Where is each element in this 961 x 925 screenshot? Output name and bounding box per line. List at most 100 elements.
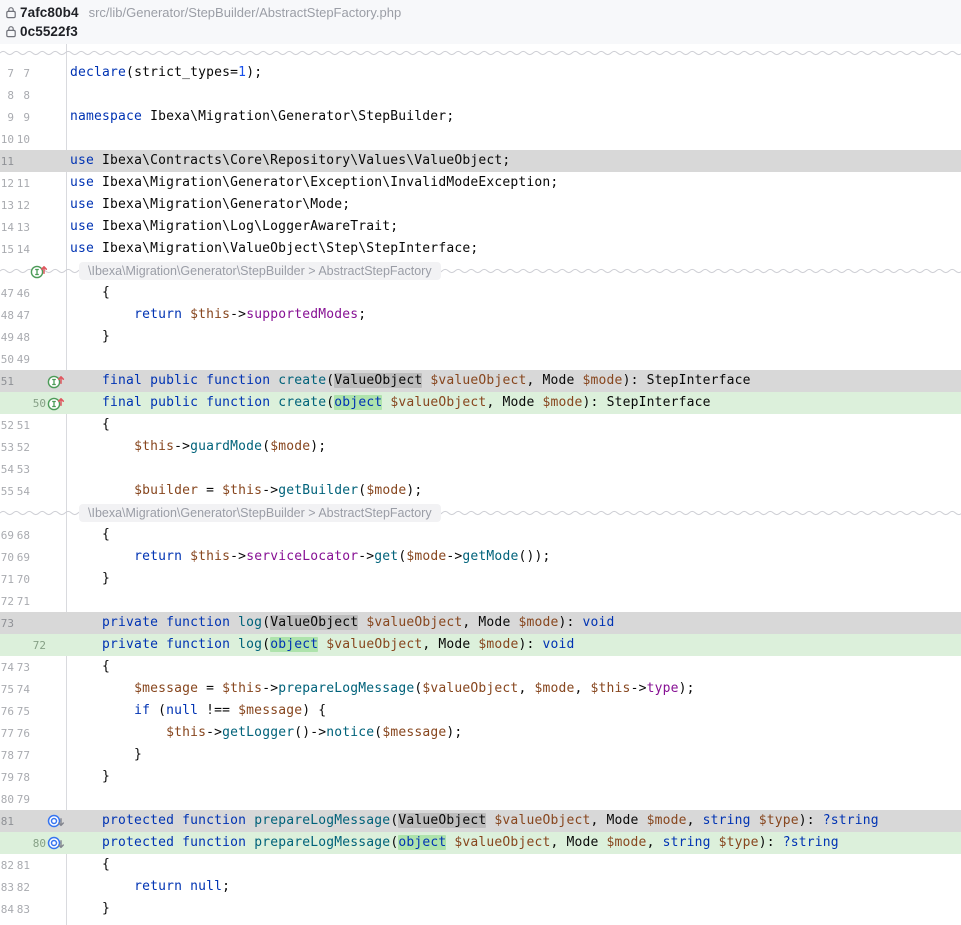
lock-icon (5, 25, 17, 38)
code-line: $this->getLogger()->notice($message); (66, 722, 462, 744)
diff-row: 1514use Ibexa\Migration\ValueObject\Step… (0, 238, 961, 260)
gutter-spacer (46, 351, 66, 367)
line-number-new: 51 (14, 419, 30, 432)
code-line: return $this->supportedModes; (66, 304, 366, 326)
gutter-spacer (46, 219, 66, 235)
implements-method-icon[interactable] (46, 373, 66, 389)
gutter-spacer (46, 637, 66, 653)
line-number-old: 10 (0, 133, 14, 146)
line-number-new: 80 (30, 837, 46, 850)
gutter-spacer (46, 439, 66, 455)
file-path: src/lib/Generator/StepBuilder/AbstractSt… (89, 5, 402, 20)
line-number-new: 50 (30, 397, 46, 410)
diff-row: 7877 } (0, 744, 961, 766)
line-number-new: 52 (14, 441, 30, 454)
diff-row: 88 (0, 84, 961, 106)
lock-icon (5, 6, 17, 19)
gutter-spacer (46, 329, 66, 345)
code-line: namespace Ibexa\Migration\Generator\Step… (66, 106, 454, 128)
line-number-old: 84 (0, 903, 14, 916)
diff-row: 6968 { (0, 524, 961, 546)
diff-row: 5453 (0, 458, 961, 480)
line-number-old: 81 (0, 815, 14, 828)
line-number-old: 77 (0, 727, 14, 740)
fold-separator[interactable]: \Ibexa\Migration\Generator\StepBuilder >… (0, 260, 961, 282)
line-number-old: 11 (0, 155, 14, 168)
line-number-new: 46 (14, 287, 30, 300)
line-number-old: 70 (0, 551, 14, 564)
gutter-spacer (46, 681, 66, 697)
line-number-new: 71 (14, 595, 30, 608)
code-line: { (66, 414, 110, 436)
gutter-spacer (46, 725, 66, 741)
line-number-new: 78 (14, 771, 30, 784)
implements-method-icon[interactable] (30, 263, 48, 279)
code-line: declare(strict_types=1); (66, 62, 262, 84)
diff-row: 7170 } (0, 568, 961, 590)
gutter-spacer (46, 703, 66, 719)
line-number-old: 52 (0, 419, 14, 432)
diff-row: 1211use Ibexa\Migration\Generator\Except… (0, 172, 961, 194)
line-number-old: 55 (0, 485, 14, 498)
code-line: private function log(ValueObject $valueO… (66, 612, 615, 634)
diff-header: 7afc80b4 src/lib/Generator/StepBuilder/A… (0, 0, 961, 44)
line-number-old: 12 (0, 177, 14, 190)
gutter-spacer (46, 109, 66, 125)
commit-row-new: 0c5522f3 (0, 22, 961, 41)
gutter-spacer (46, 593, 66, 609)
diff-row: 4746 { (0, 282, 961, 304)
code-line: } (66, 326, 110, 348)
gutter-spacer (46, 87, 66, 103)
line-number-old: 74 (0, 661, 14, 674)
line-number-new: 47 (14, 309, 30, 322)
line-number-old: 76 (0, 705, 14, 718)
gutter-spacer (46, 175, 66, 191)
code-line: $message = $this->prepareLogMessage($val… (66, 678, 695, 700)
line-number-new: 79 (14, 793, 30, 806)
fold-context-label: \Ibexa\Migration\Generator\StepBuilder >… (79, 504, 441, 522)
gutter-spacer (46, 549, 66, 565)
line-number-new: 77 (14, 749, 30, 762)
diff-row: 7776 $this->getLogger()->notice($message… (0, 722, 961, 744)
diff-row-removed: 11use Ibexa\Contracts\Core\Repository\Va… (0, 150, 961, 172)
code-line: $builder = $this->getBuilder($mode); (66, 480, 422, 502)
diff-rows: 77declare(strict_types=1);8899namespace … (0, 44, 961, 920)
line-number-old: 14 (0, 221, 14, 234)
diff-row: 7675 if (null !== $message) { (0, 700, 961, 722)
line-number-new: 53 (14, 463, 30, 476)
code-line: $this->guardMode($mode); (66, 436, 326, 458)
fold-separator[interactable] (0, 44, 961, 62)
gutter-spacer (46, 901, 66, 917)
diff-row: 8382 return null; (0, 876, 961, 898)
code-line: { (66, 524, 110, 546)
diff-row-removed: 73 private function log(ValueObject $val… (0, 612, 961, 634)
gutter-spacer (46, 307, 66, 323)
line-number-new: 70 (14, 573, 30, 586)
line-number-old: 8 (0, 89, 14, 102)
implements-method-icon[interactable] (46, 395, 66, 411)
diff-row: 77declare(strict_types=1); (0, 62, 961, 84)
line-number-new: 74 (14, 683, 30, 696)
line-number-new: 81 (14, 859, 30, 872)
gutter-spacer (46, 527, 66, 543)
gutter-spacer (46, 131, 66, 147)
line-number-old: 51 (0, 375, 14, 388)
diff-row: 8281 { (0, 854, 961, 876)
line-number-old: 9 (0, 111, 14, 124)
diff-row: 5352 $this->guardMode($mode); (0, 436, 961, 458)
overridden-method-icon[interactable] (46, 835, 66, 851)
line-number-new: 13 (14, 221, 30, 234)
code-line: use Ibexa\Migration\ValueObject\Step\Ste… (66, 238, 478, 260)
overridden-method-icon[interactable] (46, 813, 66, 829)
line-number-old: 72 (0, 595, 14, 608)
diff-row: 99namespace Ibexa\Migration\Generator\St… (0, 106, 961, 128)
diff-row: 4847 return $this->supportedModes; (0, 304, 961, 326)
line-number-old: 50 (0, 353, 14, 366)
commit-hash-old: 7afc80b4 (20, 5, 79, 20)
gutter-spacer (46, 791, 66, 807)
gutter-spacer (46, 659, 66, 675)
fold-separator[interactable]: \Ibexa\Migration\Generator\StepBuilder >… (0, 502, 961, 524)
line-number-old: 13 (0, 199, 14, 212)
line-number-new: 83 (14, 903, 30, 916)
diff-row: 5251 { (0, 414, 961, 436)
